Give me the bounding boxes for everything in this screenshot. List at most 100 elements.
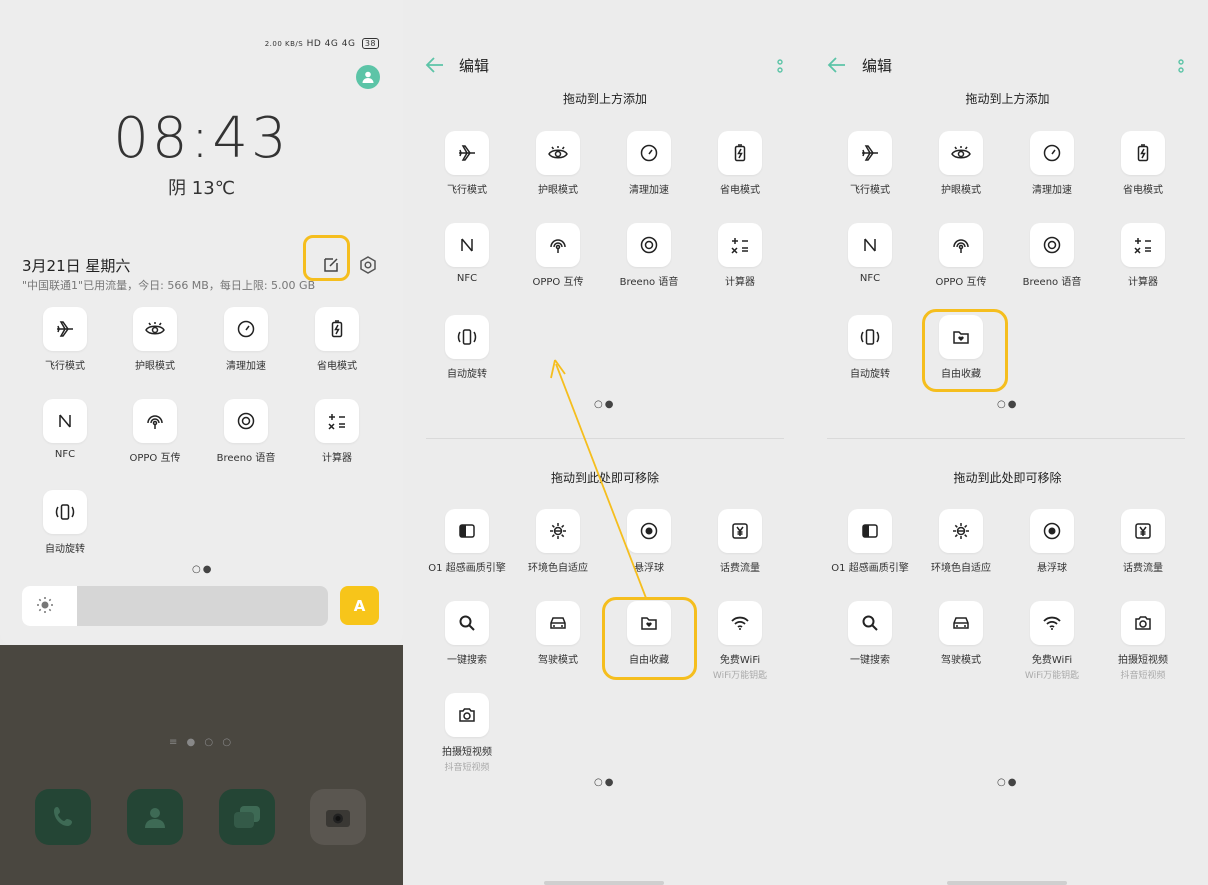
display-engine-icon <box>445 509 489 553</box>
navigation-bar[interactable] <box>544 881 664 885</box>
back-button[interactable] <box>827 56 847 74</box>
quick-tile[interactable]: OPPO 互传 <box>916 223 1006 288</box>
breeno-icon <box>627 223 671 267</box>
car-icon <box>939 601 983 645</box>
quick-tile[interactable]: 自动旋转 <box>20 490 110 555</box>
quick-tile[interactable]: 计算器 <box>292 399 382 464</box>
quick-tile[interactable]: 省电模式 <box>292 307 382 372</box>
page-indicator-bottom: ○● <box>997 777 1019 788</box>
tile-label: 省电模式 <box>720 185 760 196</box>
quick-tile[interactable]: 驾驶模式 <box>916 601 1006 666</box>
quick-tile[interactable]: 拍摄短视频 抖音短视频 <box>1098 601 1188 681</box>
quick-tile[interactable]: OPPO 互传 <box>513 223 603 288</box>
quick-tile[interactable]: NFC <box>20 399 110 460</box>
status-bar: 2.00 KB/S HD 4G 4G 38 <box>265 38 379 49</box>
dock-phone-app[interactable] <box>35 789 91 845</box>
quick-tile[interactable]: 护眼模式 <box>513 131 603 196</box>
weather: 阴 13℃ <box>168 178 235 199</box>
tile-label: 驾驶模式 <box>538 655 578 666</box>
sun-icon <box>36 596 54 618</box>
tile-label: 自动旋转 <box>850 369 890 380</box>
dock-camera-app[interactable] <box>310 789 366 845</box>
quick-tile[interactable]: 清理加速 <box>201 307 291 372</box>
tile-label: 计算器 <box>322 453 352 464</box>
car-icon <box>536 601 580 645</box>
quick-tile[interactable]: 免费WiFi WiFi万能钥匙 <box>695 601 785 681</box>
more-options-button[interactable] <box>1176 57 1186 75</box>
quick-tile[interactable]: 飞行模式 <box>825 131 915 196</box>
quick-tile[interactable]: 计算器 <box>695 223 785 288</box>
settings-button[interactable] <box>358 255 378 275</box>
auto-brightness-button[interactable]: A <box>340 586 379 625</box>
page-indicator: ○● <box>997 399 1019 410</box>
quick-tile[interactable]: Breeno 语音 <box>201 399 291 464</box>
quick-tile[interactable]: OPPO 互传 <box>110 399 200 464</box>
tile-label: 飞行模式 <box>447 185 487 196</box>
user-avatar[interactable] <box>356 65 380 89</box>
quick-tile[interactable]: O1 超感画质引擎 <box>825 509 915 574</box>
contact-icon <box>145 808 165 828</box>
ambient-color-icon <box>536 509 580 553</box>
quick-tile[interactable]: 驾驶模式 <box>513 601 603 666</box>
breeno-icon <box>1030 223 1074 267</box>
quick-tile[interactable]: Breeno 语音 <box>604 223 694 288</box>
quick-tile[interactable]: 护眼模式 <box>110 307 200 372</box>
airplane-icon <box>43 307 87 351</box>
hd-indicator: HD <box>306 39 322 49</box>
brightness-slider[interactable] <box>22 586 328 626</box>
search-icon <box>848 601 892 645</box>
edit-button[interactable] <box>321 255 341 275</box>
quick-tile[interactable]: 飞行模式 <box>422 131 512 196</box>
quick-tile[interactable]: O1 超感画质引擎 <box>422 509 512 574</box>
quick-tile[interactable]: 话费流量 <box>695 509 785 574</box>
battery-saver-icon <box>1121 131 1165 175</box>
more-vertical-icon <box>777 59 783 73</box>
quick-tile[interactable]: 省电模式 <box>695 131 785 196</box>
add-section-header: 拖动到上方添加 <box>965 92 1050 106</box>
dock-contacts-app[interactable] <box>127 789 183 845</box>
quick-tile[interactable]: 环境色自适应 <box>513 509 603 574</box>
quick-tile[interactable]: 省电模式 <box>1098 131 1188 196</box>
tile-label: O1 超感画质引擎 <box>428 563 506 574</box>
quick-tile[interactable]: 计算器 <box>1098 223 1188 288</box>
quick-tile[interactable]: 话费流量 <box>1098 509 1188 574</box>
back-button[interactable] <box>425 56 445 74</box>
quick-tile[interactable]: 一键搜索 <box>825 601 915 666</box>
tile-label: 清理加速 <box>629 185 669 196</box>
quick-tile[interactable]: 清理加速 <box>1007 131 1097 196</box>
battery-icon: 38 <box>361 38 379 49</box>
quick-tile[interactable]: 悬浮球 <box>604 509 694 574</box>
quick-tile[interactable]: 自动旋转 <box>422 315 512 380</box>
tile-label: 话费流量 <box>720 563 760 574</box>
quick-tile[interactable]: 飞行模式 <box>20 307 110 372</box>
calculator-icon <box>718 223 762 267</box>
tile-label: NFC <box>859 273 881 284</box>
tile-sublabel: WiFi万能钥匙 <box>1024 671 1080 681</box>
edit-panel-dragging: 编辑 拖动到上方添加 飞行模式 护眼模式 清理加速 省电模式 NFC OPPO 互传 Bre… <box>404 0 806 885</box>
home-screen-background <box>0 645 403 885</box>
tile-label: 一键搜索 <box>447 655 487 666</box>
quick-tile[interactable]: 免费WiFi WiFi万能钥匙 <box>1007 601 1097 681</box>
quick-tile[interactable]: 清理加速 <box>604 131 694 196</box>
tile-label: 免费WiFi <box>719 655 761 666</box>
tile-label: 一键搜索 <box>850 655 890 666</box>
display-engine-icon <box>848 509 892 553</box>
dock-messages-app[interactable] <box>219 789 275 845</box>
control-center-panel: 2.00 KB/S HD 4G 4G 38 08:43 阴 13℃ 3月21日 … <box>0 0 403 885</box>
quick-tile[interactable]: 护眼模式 <box>916 131 1006 196</box>
quick-tile[interactable]: NFC <box>422 223 512 284</box>
quick-tile[interactable]: 一键搜索 <box>422 601 512 666</box>
more-options-button[interactable] <box>775 57 785 75</box>
quick-tile[interactable]: 拍摄短视频 抖音短视频 <box>422 693 512 773</box>
navigation-bar[interactable] <box>947 881 1067 885</box>
tile-label: 飞行模式 <box>45 361 85 372</box>
tile-label: 自动旋转 <box>447 369 487 380</box>
camera-icon <box>326 810 350 827</box>
quick-tile[interactable]: 悬浮球 <box>1007 509 1097 574</box>
quick-tile[interactable]: 环境色自适应 <box>916 509 1006 574</box>
nfc-icon <box>43 399 87 443</box>
quick-tile[interactable]: NFC <box>825 223 915 284</box>
quick-tile[interactable]: 自动旋转 <box>825 315 915 380</box>
page-title: 编辑 <box>862 57 893 75</box>
quick-tile[interactable]: Breeno 语音 <box>1007 223 1097 288</box>
